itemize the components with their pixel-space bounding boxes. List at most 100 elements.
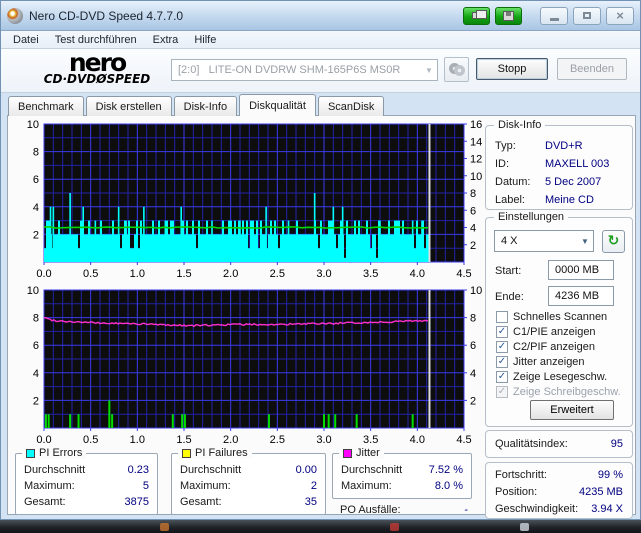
checkbox-box[interactable] xyxy=(496,386,508,398)
tabstrip: Benchmark Disk erstellen Disk-Info Diskq… xyxy=(8,94,386,117)
taskbar[interactable] xyxy=(0,520,641,533)
svg-text:2: 2 xyxy=(470,395,476,407)
checkbox-c1-pie[interactable]: C1/PIE anzeigen xyxy=(496,325,596,339)
app-icon xyxy=(7,7,23,24)
svg-text:4.0: 4.0 xyxy=(410,434,425,446)
refresh-button[interactable]: ↻ xyxy=(602,230,625,253)
save-button[interactable] xyxy=(495,6,522,25)
po-failures-row: PO Ausfälle: - xyxy=(340,504,468,516)
tab-diskqualitaet[interactable]: Diskqualität xyxy=(239,94,316,117)
checkbox-jitter[interactable]: Jitter anzeigen xyxy=(496,355,585,369)
pi-errors-swatch xyxy=(26,448,35,458)
menu-extra[interactable]: Extra xyxy=(145,33,187,47)
screenshot-button[interactable] xyxy=(463,6,490,25)
jitter-legend: Jitter xyxy=(339,447,384,459)
chevron-down-icon: ▼ xyxy=(581,236,589,246)
stat-row: Maximum: 2 xyxy=(180,480,317,492)
svg-text:4: 4 xyxy=(470,368,476,380)
start-input[interactable]: 0000 MB xyxy=(548,260,614,280)
stop-button[interactable]: Stopp xyxy=(476,58,548,80)
menubar: Datei Test durchführen Extra Hilfe xyxy=(1,31,640,49)
settings-title: Einstellungen xyxy=(494,211,569,223)
stat-row: Gesamt: 35 xyxy=(180,496,317,508)
end-input[interactable]: 4236 MB xyxy=(548,286,614,306)
svg-text:6: 6 xyxy=(470,205,476,217)
maximize-icon xyxy=(583,12,591,19)
tab-scandisk[interactable]: ScanDisk xyxy=(317,96,385,116)
svg-text:4: 4 xyxy=(33,202,39,214)
maximize-button[interactable] xyxy=(573,6,601,25)
progress-panel: Fortschritt: 99 % Position: 4235 MB Geschw… xyxy=(485,462,633,519)
floppy-icon xyxy=(503,10,514,21)
svg-text:16: 16 xyxy=(470,119,482,131)
checkbox-box[interactable] xyxy=(496,371,508,383)
svg-text:8: 8 xyxy=(470,188,476,200)
svg-text:3.5: 3.5 xyxy=(363,434,378,446)
drive-select[interactable]: [2:0] LITE-ON DVDRW SHM-165P6S MS0R ▼ xyxy=(171,59,438,81)
svg-text:12: 12 xyxy=(470,154,482,166)
menu-hilfe[interactable]: Hilfe xyxy=(186,33,224,47)
taskbar-item[interactable] xyxy=(390,523,399,531)
close-button[interactable]: × xyxy=(606,6,634,25)
quality-index-panel: Qualitätsindex: 95 xyxy=(485,430,633,458)
app-window: Nero CD-DVD Speed 4.7.7.0 × Datei Test d… xyxy=(0,0,641,520)
svg-text:10: 10 xyxy=(27,285,39,297)
svg-text:1.5: 1.5 xyxy=(176,434,191,446)
checkbox-c2-pif[interactable]: C2/PIF anzeigen xyxy=(496,340,595,354)
svg-text:4: 4 xyxy=(470,223,476,235)
svg-text:0.5: 0.5 xyxy=(83,268,98,280)
titlebar: Nero CD-DVD Speed 4.7.7.0 × xyxy=(1,1,640,31)
speed-select[interactable]: 4 X ▼ xyxy=(494,230,594,252)
disk-label-row: Label: Meine CD xyxy=(495,194,594,206)
disk-type-row: Typ: DVD+R xyxy=(495,140,583,152)
menu-datei[interactable]: Datei xyxy=(5,33,47,47)
svg-text:1.0: 1.0 xyxy=(130,268,145,280)
disk-id-row: ID: MAXELL 003 xyxy=(495,158,610,170)
tab-disk-info[interactable]: Disk-Info xyxy=(173,96,238,116)
checkbox-box[interactable] xyxy=(496,341,508,353)
minimize-button[interactable] xyxy=(540,6,568,25)
svg-text:4.5: 4.5 xyxy=(456,268,471,280)
stat-row: Durchschnitt 7.52 % xyxy=(341,464,463,476)
svg-text:2: 2 xyxy=(33,395,39,407)
tab-disk-erstellen[interactable]: Disk erstellen xyxy=(85,96,172,116)
disk-date-row: Datum: 5 Dec 2007 xyxy=(495,176,602,188)
speed-row: Geschwindigkeit: 3.94 X xyxy=(495,502,623,515)
exit-button[interactable]: Beenden xyxy=(557,58,627,80)
svg-text:4.0: 4.0 xyxy=(410,268,425,280)
svg-text:4.5: 4.5 xyxy=(456,434,471,446)
stat-row: Maximum: 5 xyxy=(24,480,149,492)
minimize-icon xyxy=(549,17,559,21)
pi-errors-legend: PI Errors xyxy=(22,447,87,459)
checkbox-schnelles-scannen[interactable]: Schnelles Scannen xyxy=(496,310,607,324)
pi-failures-legend: PI Failures xyxy=(178,447,252,459)
svg-text:6: 6 xyxy=(33,174,39,186)
svg-text:8: 8 xyxy=(33,313,39,325)
end-label: Ende: xyxy=(495,291,524,303)
advanced-button[interactable]: Erweitert xyxy=(530,400,614,420)
checkbox-lesegeschw[interactable]: Zeige Lesegeschw. xyxy=(496,370,607,384)
menu-test-durchfuehren[interactable]: Test durchführen xyxy=(47,33,145,47)
disc-info-button[interactable] xyxy=(444,57,469,82)
checkbox-box[interactable] xyxy=(496,326,508,338)
svg-text:1.5: 1.5 xyxy=(176,268,191,280)
svg-text:1.0: 1.0 xyxy=(130,434,145,446)
tab-benchmark[interactable]: Benchmark xyxy=(8,96,84,116)
toolbar: nero CD·DVDØSPEED [2:0] LITE-ON DVDRW SH… xyxy=(1,49,640,93)
pi-errors-panel: PI Errors Durchschnitt 0.23 Maximum: 5 Ges… xyxy=(15,447,158,515)
svg-text:3.5: 3.5 xyxy=(363,268,378,280)
svg-text:4: 4 xyxy=(33,368,39,380)
close-icon: × xyxy=(616,8,624,23)
taskbar-item[interactable] xyxy=(160,523,169,531)
taskbar-item[interactable] xyxy=(520,523,529,531)
pi-errors-chart: 2 4 6 8 10 2 4 6 8 10 12 14 16 0.0 0.5 1.0 1.5 2.0 2.5 3.0 3… xyxy=(27,119,483,280)
svg-text:0.0: 0.0 xyxy=(36,268,51,280)
svg-text:3.0: 3.0 xyxy=(316,434,331,446)
disk-info-title: Disk-Info xyxy=(494,119,546,131)
checkbox-box[interactable] xyxy=(496,356,508,368)
svg-text:2.5: 2.5 xyxy=(270,268,285,280)
checkbox-schreibgeschw[interactable]: Zeige Schreibgeschw. xyxy=(496,385,621,399)
stat-row: Maximum: 8.0 % xyxy=(341,480,463,492)
checkbox-box[interactable] xyxy=(496,311,508,323)
start-label: Start: xyxy=(495,265,522,277)
